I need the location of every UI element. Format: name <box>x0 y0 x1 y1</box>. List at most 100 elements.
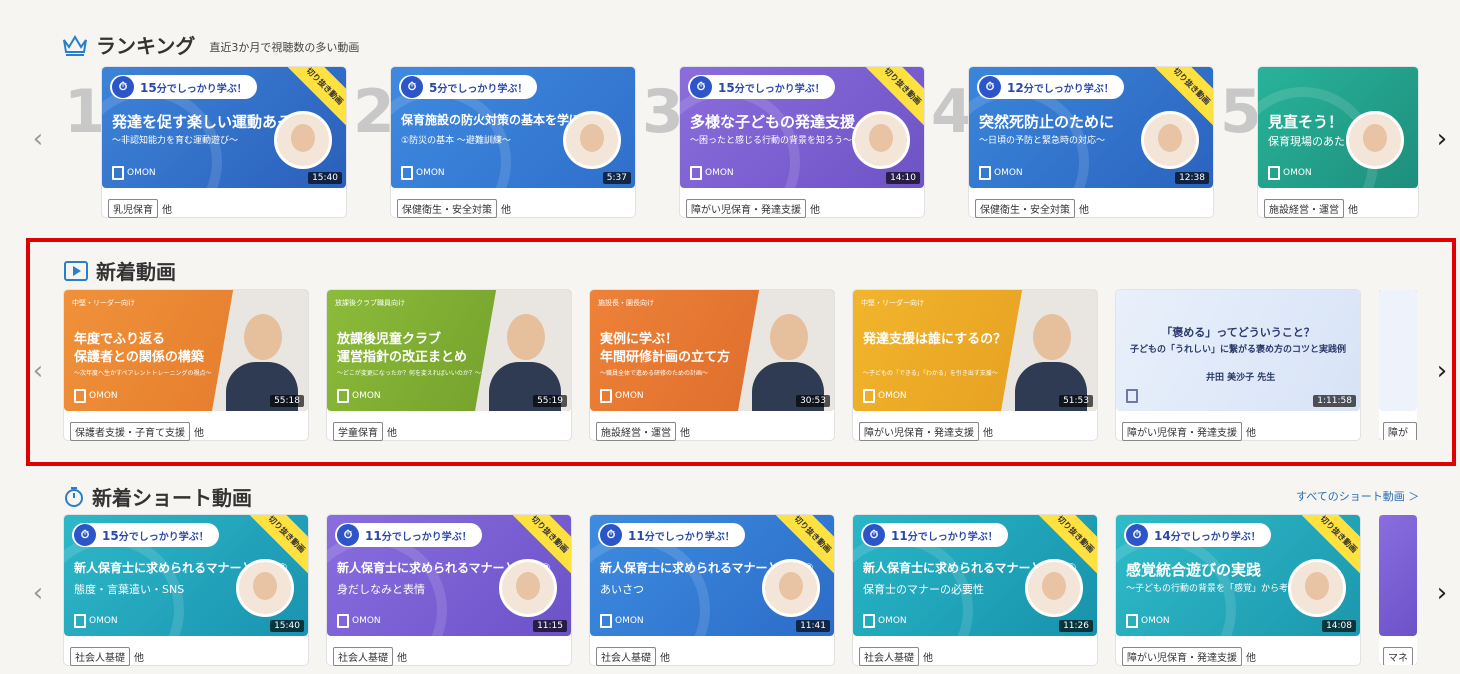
speaker-face <box>244 314 282 360</box>
duration-badge: ⏱ 15分でしっかり学ぶ！ <box>688 75 835 99</box>
bookmark-icon <box>600 389 612 403</box>
video-duration: 51:53 <box>1059 395 1093 407</box>
badge-minutes: 15 <box>140 80 157 95</box>
video-thumbnail[interactable]: ⏱ 14分でしっかり学ぶ！ 切り抜き動画 感覚統合遊びの実践 ～子どもの行動の背景を「感… <box>1116 515 1360 636</box>
short-videos-next-arrow[interactable]: › <box>1432 580 1452 606</box>
tag-etc: 他 <box>1079 205 1089 216</box>
category-tag[interactable]: 施設経営・運営 <box>596 422 676 441</box>
brand-logo: OMON <box>600 389 644 403</box>
video-duration: 14:08 <box>1322 620 1356 632</box>
video-thumbnail[interactable]: ⏱ 12分でしっかり学ぶ！ 切り抜き動画 突然死防止のために ～日頃の予防と緊急時の対応… <box>969 67 1213 188</box>
category-tag[interactable]: 障がい <box>1383 422 1417 440</box>
bookmark-icon <box>863 389 875 403</box>
new-videos-section: 新着動画 ‹ › 中堅・リーダー向け 年度でふり返る 保護者との関係の構築 ～次年度へ… <box>0 240 1460 468</box>
badge-text: 分でしっかり学ぶ！ <box>644 531 735 543</box>
category-tag[interactable]: 社会人基礎 <box>333 647 393 666</box>
tag-etc: 他 <box>194 428 204 439</box>
video-thumbnail[interactable]: 中堅・リーダー向け 発達支援は誰にするの？ ～子どもの「できる」「わかる」を引き出す… <box>853 290 1097 411</box>
badge-minutes: 14 <box>1154 528 1171 543</box>
badge-text: 分でしっかり学ぶ！ <box>381 531 472 543</box>
video-thumbnail[interactable]: ⏱ 11分でしっかり学ぶ！ 切り抜き動画 新人保育士に求められるマナーとは？② あいさつ… <box>590 515 834 636</box>
duration-badge: ⏱ 15分でしっかり学ぶ！ <box>110 75 257 99</box>
video-thumbnail[interactable]: ⏱ 11分でしっかり学ぶ！ 切り抜き動画 新人保育士に求められるマナーとは？③ 身だしな… <box>327 515 571 636</box>
category-tag[interactable]: 学童保育 <box>333 422 383 441</box>
tag-etc: 他 <box>397 653 407 664</box>
video-title-line2: 保護者との関係の構築 <box>74 350 204 365</box>
video-thumbnail[interactable]: 中堅・リーダー向け 年度でふり返る 保護者との関係の構築 ～次年度へ生かすペアレントト… <box>64 290 308 411</box>
category-tag[interactable]: 乳児保育 <box>108 199 158 218</box>
category-tag[interactable]: 施設経営・運営 <box>1264 199 1344 218</box>
speaker-face <box>1033 314 1071 360</box>
tag-etc: 他 <box>134 653 144 664</box>
category-tag[interactable]: 障がい児保育・発達支援 <box>686 199 806 218</box>
duration-badge: ⏱ 11分でしっかり学ぶ！ <box>598 523 745 547</box>
tag-row: 社会人基礎他 <box>70 647 144 666</box>
tag-etc: 他 <box>1246 653 1256 664</box>
video-thumbnail[interactable]: 放課後クラブ職員向け 放課後児童クラブ 運営指針の改正まとめ ～どこが変更になったか？… <box>327 290 571 411</box>
category-tag[interactable]: 保健衛生・安全対策 <box>397 199 497 218</box>
new-videos-prev-arrow[interactable]: ‹ <box>28 358 48 384</box>
bookmark-icon <box>1126 389 1138 403</box>
category-tag[interactable]: 保護者支援・子育て支援 <box>70 422 190 441</box>
video-thumbnail[interactable]: ⏱ 15分でしっかり学ぶ！ 切り抜き動画 発達を促す楽しい運動あそび① ～非認知能力を育… <box>102 67 346 188</box>
ranking-prev-arrow[interactable]: ‹ <box>28 126 48 152</box>
video-duration: 1:11:58 <box>1313 395 1356 407</box>
clock-icon: ⏱ <box>1126 524 1148 546</box>
short-videos-prev-arrow[interactable]: ‹ <box>28 580 48 606</box>
brand-logo: OMON <box>401 166 445 180</box>
brand-logo-text: OMON <box>89 391 118 401</box>
new-videos-title: 新着動画 <box>96 260 176 284</box>
video-thumbnail[interactable]: 施設長・園長向け 実例に学ぶ！ 年間研修計画の立て方 ～職員全体で進める研修のための計… <box>590 290 834 411</box>
ranking-subtitle: 直近3か月で視聴数の多い動画 <box>209 40 360 54</box>
bookmark-icon <box>1126 614 1138 628</box>
tag-row: 学童保育他 <box>333 422 397 441</box>
speaker-face <box>580 124 604 152</box>
new-videos-next-arrow[interactable]: › <box>1432 358 1452 384</box>
category-tag[interactable]: 障がい児保育・発達支援 <box>1122 647 1242 666</box>
duration-badge: ⏱ 15分でしっかり学ぶ！ <box>72 523 219 547</box>
ranking-next-arrow[interactable]: › <box>1432 126 1452 152</box>
video-thumbnail[interactable]: 「褒める」ってどういうこと？ 子どもの「うれしい」に繋がる褒め方のコツと実践例 井田… <box>1116 290 1360 411</box>
video-thumbnail[interactable]: ⏱ 15分でしっかり学ぶ！ 切り抜き動画 新人保育士に求められるマナーとは？④ 態度・言… <box>64 515 308 636</box>
badge-text: 分でしっかり学ぶ！ <box>734 83 825 95</box>
tag-etc: 他 <box>983 428 993 439</box>
brand-logo: OMON <box>337 614 381 628</box>
brand-logo-text: OMON <box>352 391 381 401</box>
bookmark-icon <box>74 389 86 403</box>
speaker-face <box>1305 572 1329 600</box>
crown-icon <box>63 34 87 56</box>
video-title: 「褒める」ってどういうこと？ <box>1161 326 1315 339</box>
video-thumbnail[interactable]: ⏱ 5分でしっかり学ぶ！ 保育施設の防火対策の基本を学ぼう ①防災の基本 ～避難訓練～… <box>391 67 635 188</box>
category-tag[interactable]: 社会人基礎 <box>70 647 130 666</box>
tag-etc: 他 <box>810 205 820 216</box>
speaker-portrait <box>762 559 820 617</box>
brand-logo-text: OMON <box>1283 168 1312 178</box>
video-thumbnail[interactable]: ⏱ 11分でしっかり学ぶ！ 切り抜き動画 新人保育士に求められるマナーとは？① 保育士の… <box>853 515 1097 636</box>
category-tag[interactable]: 保健衛生・安全対策 <box>975 199 1075 218</box>
video-duration: 5:37 <box>602 172 631 184</box>
video-duration: 15:40 <box>270 620 304 632</box>
category-tag[interactable]: マネ <box>1383 647 1413 665</box>
video-duration: 30:53 <box>796 395 830 407</box>
tag-etc: 他 <box>1348 205 1358 216</box>
tag-row: 障がい児保育・発達支援他 <box>1122 647 1256 666</box>
brand-logo-text: OMON <box>89 616 118 626</box>
short-video-card-partial[interactable]: マネ <box>1379 515 1417 665</box>
speaker-face <box>770 314 808 360</box>
brand-logo: OMON <box>863 614 907 628</box>
video-description: ～次年度へ生かすペアレントトレーニングの視点～ <box>74 370 212 377</box>
brand-logo: OMON <box>863 389 907 403</box>
video-subtitle: ～困ったと感じる行動の背景を知ろう～ <box>690 136 853 146</box>
badge-minutes: 15 <box>718 80 735 95</box>
clock-icon: ⏱ <box>600 524 622 546</box>
video-thumbnail[interactable]: ⏱ 15分でしっかり学ぶ！ 切り抜き動画 多様な子どもの発達支援 ～困ったと感じる行動の… <box>680 67 924 188</box>
new-video-card-partial[interactable]: 障がい <box>1379 290 1417 440</box>
video-thumbnail[interactable]: 見直そう！ 保育現場のあたりまえ OMON <box>1258 67 1418 188</box>
category-tag[interactable]: 障がい児保育・発達支援 <box>1122 422 1242 441</box>
category-tag[interactable]: 障がい児保育・発達支援 <box>859 422 979 441</box>
see-all-shorts-link[interactable]: すべてのショート動画 ＞ <box>1296 488 1419 504</box>
clock-icon: ⏱ <box>74 524 96 546</box>
speaker-face <box>1158 124 1182 152</box>
category-tag[interactable]: 社会人基礎 <box>859 647 919 666</box>
category-tag[interactable]: 社会人基礎 <box>596 647 656 666</box>
